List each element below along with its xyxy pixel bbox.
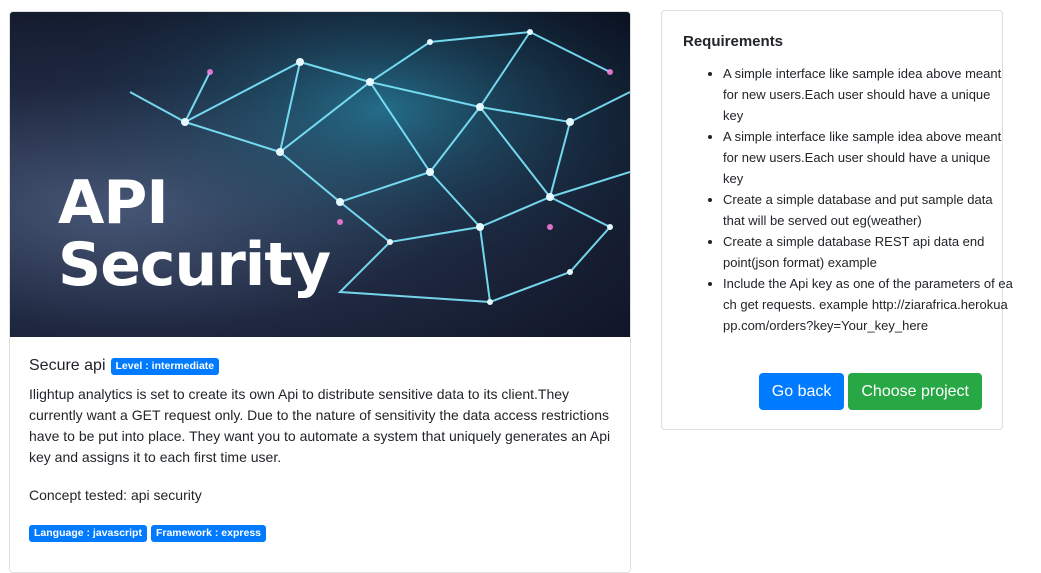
concept-tested: Concept tested: api security bbox=[29, 487, 202, 503]
project-hero-image: API Security bbox=[10, 12, 630, 337]
tag-list: Language : javascript Framework : expres… bbox=[29, 525, 611, 542]
level-badge: Level : intermediate bbox=[110, 357, 220, 375]
requirements-list: A simple interface like sample idea abov… bbox=[683, 63, 1013, 336]
project-heading: Secure api Level : intermediate bbox=[29, 357, 611, 375]
project-title: Secure api bbox=[29, 357, 106, 374]
hero-title-line1: API bbox=[58, 168, 169, 238]
requirements-card: Requirements A simple interface like sam… bbox=[661, 10, 1013, 430]
go-back-button[interactable]: Go back bbox=[758, 373, 845, 410]
requirement-item: Create a simple database REST api data e… bbox=[723, 231, 1013, 273]
hero-title-line2: Security bbox=[58, 230, 331, 300]
action-buttons: Go back Choose project bbox=[758, 373, 982, 410]
language-badge: Language : javascript bbox=[29, 525, 147, 542]
project-card: API Security Secure api Level : intermed… bbox=[9, 11, 631, 573]
choose-project-button[interactable]: Choose project bbox=[848, 373, 982, 410]
requirements-title: Requirements bbox=[683, 33, 784, 50]
requirement-item: A simple interface like sample idea abov… bbox=[723, 126, 1013, 189]
project-description: Ilightup analytics is set to create its … bbox=[29, 386, 611, 465]
hero-title: API Security bbox=[58, 168, 331, 300]
framework-badge: Framework : express bbox=[150, 525, 267, 542]
requirement-item: Create a simple database and put sample … bbox=[723, 189, 1013, 231]
requirement-item: A simple interface like sample idea abov… bbox=[723, 63, 1013, 126]
project-card-body: Secure api Level : intermediate Ilightup… bbox=[10, 337, 630, 542]
requirement-item: Include the Api key as one of the parame… bbox=[723, 273, 1013, 336]
